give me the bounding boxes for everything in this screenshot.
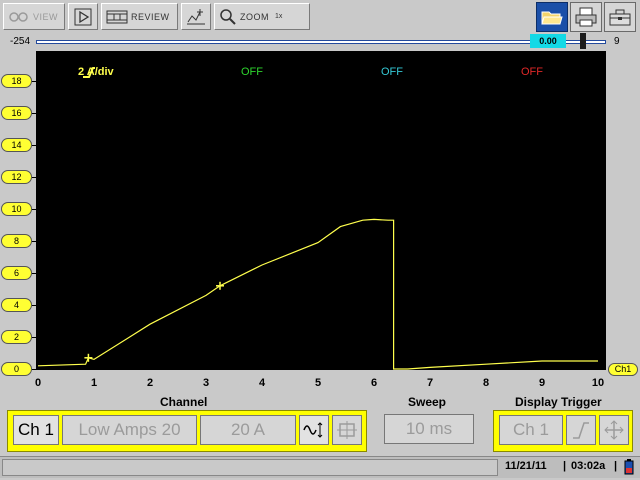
status-message-area bbox=[2, 459, 498, 476]
zoom-label: ZOOM bbox=[240, 11, 269, 22]
toolbox-button[interactable] bbox=[604, 2, 636, 32]
review-button[interactable]: REVIEW bbox=[101, 3, 178, 30]
x-tick-label: 3 bbox=[202, 377, 210, 389]
sweep-button[interactable]: 10 ms bbox=[384, 414, 474, 444]
trigger-slope-button[interactable] bbox=[566, 415, 596, 445]
x-tick-label: 1 bbox=[90, 377, 98, 389]
y-tick-label: 14 bbox=[1, 138, 32, 152]
x-tick-label: 7 bbox=[426, 377, 434, 389]
waveform-marker-1[interactable] bbox=[216, 281, 224, 290]
series-line-0 bbox=[37, 218, 598, 370]
trigger-channel-button[interactable]: Ch 1 bbox=[499, 415, 563, 445]
y-tick-label: 0 bbox=[1, 362, 32, 376]
trigger-controls: Ch 1 bbox=[493, 410, 633, 452]
slider-value: 0.00 bbox=[530, 34, 566, 48]
rising-edge-icon bbox=[83, 67, 95, 78]
x-tick-label: 0 bbox=[34, 377, 42, 389]
waveform-cursor-icon bbox=[187, 8, 205, 24]
view-button[interactable]: VIEW bbox=[3, 3, 65, 30]
magnifier-icon bbox=[220, 8, 236, 25]
y-tick-label: 4 bbox=[1, 298, 32, 312]
x-tick-label: 6 bbox=[370, 377, 378, 389]
y-tick-label: 2 bbox=[1, 330, 32, 344]
y-tick-label: 6 bbox=[1, 266, 32, 280]
trigger-slope-icon bbox=[573, 422, 589, 439]
printer-icon bbox=[575, 7, 597, 27]
channel4-state: OFF bbox=[521, 66, 543, 78]
film-icon bbox=[106, 10, 128, 23]
status-separator-2: | bbox=[614, 460, 618, 472]
play-button[interactable] bbox=[68, 3, 98, 30]
coupling-button[interactable] bbox=[299, 415, 329, 445]
x-tick-label: 9 bbox=[538, 377, 546, 389]
slider-thumb[interactable] bbox=[580, 33, 586, 49]
channel-settings-button[interactable] bbox=[332, 415, 362, 445]
y-tick-label: 8 bbox=[1, 234, 32, 248]
channel-tag[interactable]: Ch1 bbox=[608, 363, 638, 376]
display-trigger-group-title: Display Trigger bbox=[515, 395, 602, 409]
zoom-level: 1x bbox=[275, 13, 283, 20]
waveform-marker-0[interactable] bbox=[84, 353, 93, 362]
slider-min: -254 bbox=[10, 36, 31, 47]
y-tick-label: 16 bbox=[1, 106, 32, 120]
crosshair-move-icon bbox=[604, 420, 624, 440]
zoom-button[interactable]: ZOOM 1x bbox=[214, 3, 310, 30]
slider-track[interactable] bbox=[36, 40, 606, 44]
status-date: 11/21/11 bbox=[505, 460, 547, 472]
channel-controls: Ch 1 Low Amps 20 20 A bbox=[7, 410, 367, 452]
play-icon bbox=[74, 8, 92, 25]
y-tick-label: 10 bbox=[1, 202, 32, 216]
folder-icon bbox=[541, 11, 563, 25]
x-tick-label: 2 bbox=[146, 377, 154, 389]
scope-plot[interactable]: 2 A/div OFF OFF OFF bbox=[36, 51, 606, 370]
range-button[interactable]: 20 A bbox=[200, 415, 296, 445]
settings-frame-icon bbox=[337, 421, 357, 439]
waveform-svg bbox=[37, 218, 598, 370]
cursor-button[interactable] bbox=[181, 3, 211, 30]
view-label: VIEW bbox=[33, 11, 59, 22]
battery-icon bbox=[624, 459, 634, 475]
x-tick-label: 8 bbox=[482, 377, 490, 389]
toolbox-icon bbox=[609, 9, 631, 26]
x-tick-label: 10 bbox=[591, 377, 605, 389]
channel-select-button[interactable]: Ch 1 bbox=[13, 415, 59, 445]
x-tick-label: 4 bbox=[258, 377, 266, 389]
slider-max: 9 bbox=[614, 36, 620, 47]
status-time: 03:02a bbox=[571, 460, 606, 472]
review-label: REVIEW bbox=[131, 11, 170, 22]
x-tick-label: 5 bbox=[314, 377, 322, 389]
time-slider[interactable]: -254 0.00 9 bbox=[0, 33, 640, 50]
channel-group-title: Channel bbox=[160, 395, 208, 409]
y-tick-label: 12 bbox=[1, 170, 32, 184]
status-bar: 11/21/11 | 03:02a | bbox=[0, 456, 640, 478]
y-tick-label: 18 bbox=[1, 74, 32, 88]
channel3-state: OFF bbox=[381, 66, 403, 78]
open-folder-button[interactable] bbox=[536, 2, 568, 32]
ac-coupling-icon bbox=[303, 422, 323, 438]
sweep-group-title: Sweep bbox=[408, 395, 447, 409]
channel1-scale: 2 A/div bbox=[78, 66, 114, 78]
status-separator: | bbox=[563, 460, 567, 472]
print-button[interactable] bbox=[570, 2, 602, 32]
trigger-position-button[interactable] bbox=[599, 415, 629, 445]
view-icon bbox=[9, 11, 28, 22]
probe-button[interactable]: Low Amps 20 bbox=[62, 415, 197, 445]
channel2-state: OFF bbox=[241, 66, 263, 78]
toolbar: VIEW REVIEW ZOOM 1x bbox=[0, 0, 640, 34]
